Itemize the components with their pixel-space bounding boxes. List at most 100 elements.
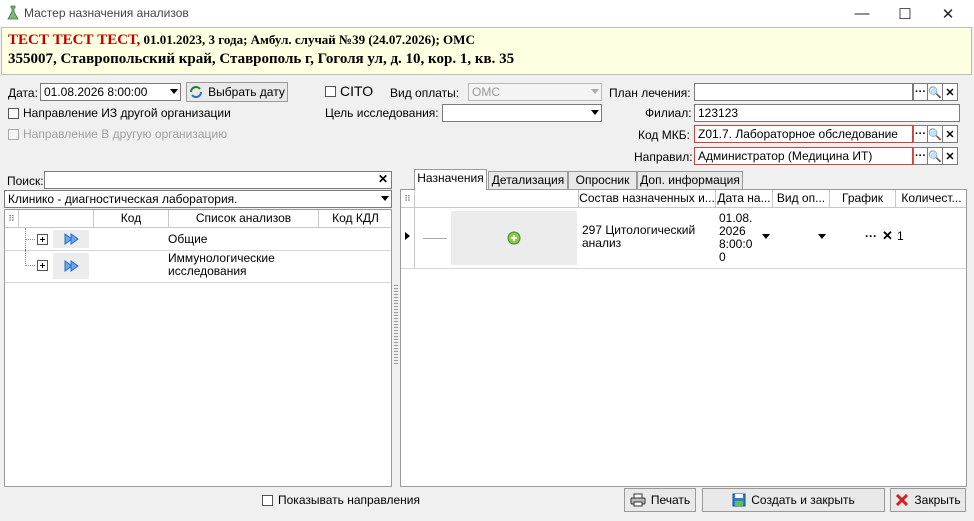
search-label: Поиск: bbox=[7, 174, 44, 188]
column-header-composition[interactable]: Состав назначенных и... bbox=[579, 190, 716, 208]
column-header-graph[interactable]: График bbox=[830, 190, 896, 208]
from-other-org-label: Направление ИЗ другой организации bbox=[23, 106, 231, 120]
expand-icon[interactable] bbox=[37, 260, 48, 271]
table-row[interactable]: Общие bbox=[5, 228, 391, 251]
sender-value: Администратор (Медицина ИТ) bbox=[698, 149, 873, 163]
expand-icon[interactable] bbox=[37, 234, 48, 245]
chevron-down-icon[interactable] bbox=[762, 234, 770, 239]
print-label: Печать bbox=[650, 493, 691, 507]
save-icon bbox=[732, 493, 746, 507]
window-title: Мастер назначения анализов bbox=[24, 6, 189, 20]
branch-field[interactable]: 123123 bbox=[694, 104, 960, 122]
column-chooser-icon[interactable]: ⁝⁝ bbox=[401, 190, 415, 208]
tab-details[interactable]: Детализация bbox=[488, 171, 568, 189]
table-row[interactable]: 297 Цитологический анализ 01.08.2026 8:0… bbox=[401, 208, 966, 269]
to-other-org-checkbox[interactable] bbox=[8, 129, 19, 140]
more-icon[interactable]: ··· bbox=[913, 147, 928, 165]
tab-questionnaire[interactable]: Опросник bbox=[568, 171, 637, 189]
arrow-right-icon[interactable] bbox=[64, 233, 80, 245]
row-action-cell bbox=[451, 211, 577, 265]
create-close-label: Создать и закрыть bbox=[751, 493, 855, 507]
clear-icon[interactable]: ✕ bbox=[943, 147, 958, 165]
close-button[interactable]: Закрыть bbox=[890, 488, 966, 512]
clear-search-icon[interactable]: ✕ bbox=[378, 172, 388, 186]
analysis-group-name: Общие bbox=[168, 232, 208, 246]
search-icon[interactable]: 🔍 bbox=[928, 83, 943, 101]
clear-icon[interactable]: ✕ bbox=[943, 83, 958, 101]
row-action-cell bbox=[53, 230, 89, 248]
more-icon[interactable]: ··· bbox=[913, 125, 928, 143]
patient-address: 355007, Ставропольский край, Ставрополь … bbox=[8, 51, 515, 67]
chevron-down-icon[interactable] bbox=[170, 89, 178, 94]
printer-icon bbox=[630, 493, 646, 507]
close-window-button[interactable]: ✕ bbox=[928, 0, 968, 27]
column-header-code[interactable]: Код bbox=[94, 210, 169, 228]
maximize-button[interactable]: ☐ bbox=[885, 0, 925, 27]
date-value: 01.08.2026 8:00:00 bbox=[44, 85, 148, 99]
chevron-down-icon[interactable] bbox=[591, 89, 599, 94]
minimize-button[interactable]: — bbox=[842, 0, 882, 27]
search-icon[interactable]: 🔍 bbox=[928, 125, 943, 143]
patient-info: 01.01.2023, 3 года; Амбул. случай №39 (2… bbox=[140, 32, 475, 47]
mkb-actions: ··· 🔍 ✕ bbox=[913, 125, 958, 143]
close-icon bbox=[896, 493, 909, 507]
clear-icon[interactable]: ✕ bbox=[943, 125, 958, 143]
column-header-date[interactable]: Дата на... bbox=[716, 190, 773, 208]
cito-checkbox[interactable] bbox=[325, 86, 336, 97]
from-other-org-checkbox[interactable] bbox=[8, 108, 19, 119]
analyses-grid: ⁝⁝ Код Список анализов Код КДЛ Общие Имм… bbox=[4, 209, 392, 487]
payment-select[interactable]: ОМС bbox=[468, 83, 602, 101]
dash-line bbox=[423, 238, 447, 239]
patient-name: ТЕСТ ТЕСТ ТЕСТ, bbox=[8, 32, 141, 48]
to-other-org-label: Направление В другую организацию bbox=[23, 127, 228, 141]
purpose-select[interactable] bbox=[442, 104, 602, 122]
print-button[interactable]: Печать bbox=[624, 488, 696, 512]
pick-date-label: Выбрать дату bbox=[208, 85, 285, 99]
mkb-value: Z01.7. Лабораторное обследование bbox=[698, 127, 898, 141]
splitter-handle[interactable] bbox=[394, 285, 398, 365]
cito-label: CITO bbox=[340, 83, 374, 99]
table-row[interactable]: Иммунологические исследования bbox=[5, 250, 391, 283]
column-header-blank bbox=[19, 210, 94, 228]
mkb-field[interactable]: Z01.7. Лабораторное обследование bbox=[694, 125, 913, 143]
search-icon[interactable]: 🔍 bbox=[928, 147, 943, 165]
plan-field[interactable] bbox=[694, 83, 913, 101]
date-label: Дата: bbox=[8, 86, 38, 100]
chevron-down-icon[interactable] bbox=[591, 110, 599, 115]
more-icon[interactable]: ··· bbox=[865, 229, 877, 243]
remove-icon[interactable]: ✕ bbox=[882, 228, 893, 244]
column-header-payment[interactable]: Вид оп... bbox=[773, 190, 830, 208]
lab-select[interactable]: Клинико - диагностическая лаборатория. bbox=[4, 190, 392, 208]
assigned-grid: ⁝⁝ Состав назначенных и... Дата на... Ви… bbox=[400, 189, 967, 487]
create-close-button[interactable]: Создать и закрыть bbox=[702, 488, 885, 512]
more-icon[interactable]: ··· bbox=[913, 83, 928, 101]
chevron-down-icon[interactable] bbox=[381, 196, 389, 201]
tab-extra-info[interactable]: Доп. информация bbox=[637, 171, 743, 189]
column-header-list[interactable]: Список анализов bbox=[169, 210, 319, 228]
tab-assignments[interactable]: Назначения bbox=[414, 169, 487, 190]
column-header-count[interactable]: Количест... bbox=[896, 190, 966, 208]
row-action-cell bbox=[53, 253, 89, 279]
column-header-kdl[interactable]: Код КДЛ bbox=[319, 210, 391, 228]
add-icon[interactable] bbox=[507, 231, 521, 245]
search-input[interactable]: ✕ bbox=[44, 171, 392, 189]
lab-value: Клинико - диагностическая лаборатория. bbox=[8, 192, 238, 206]
purpose-label: Цель исследования: bbox=[325, 106, 439, 120]
show-direction-label: Показывать направления bbox=[278, 493, 420, 507]
show-direction-checkbox[interactable] bbox=[262, 495, 273, 506]
column-chooser-icon[interactable]: ⁝⁝ bbox=[5, 210, 19, 228]
app-icon bbox=[7, 5, 19, 20]
current-row-icon bbox=[405, 232, 410, 240]
mkb-label: Код МКБ: bbox=[638, 128, 690, 142]
patient-header: ТЕСТ ТЕСТ ТЕСТ, 01.01.2023, 3 года; Амбу… bbox=[1, 27, 972, 75]
plan-actions: ··· 🔍 ✕ bbox=[913, 83, 958, 101]
payment-label: Вид оплаты: bbox=[390, 86, 460, 100]
pick-date-button[interactable]: Выбрать дату bbox=[186, 82, 288, 102]
analysis-group-name: Иммунологические исследования bbox=[168, 251, 275, 278]
sender-field[interactable]: Администратор (Медицина ИТ) bbox=[694, 147, 913, 165]
payment-value: ОМС bbox=[472, 85, 500, 99]
date-field[interactable]: 01.08.2026 8:00:00 bbox=[40, 83, 181, 101]
branch-value: 123123 bbox=[698, 106, 739, 120]
arrow-right-icon[interactable] bbox=[64, 260, 80, 272]
chevron-down-icon[interactable] bbox=[818, 234, 826, 239]
